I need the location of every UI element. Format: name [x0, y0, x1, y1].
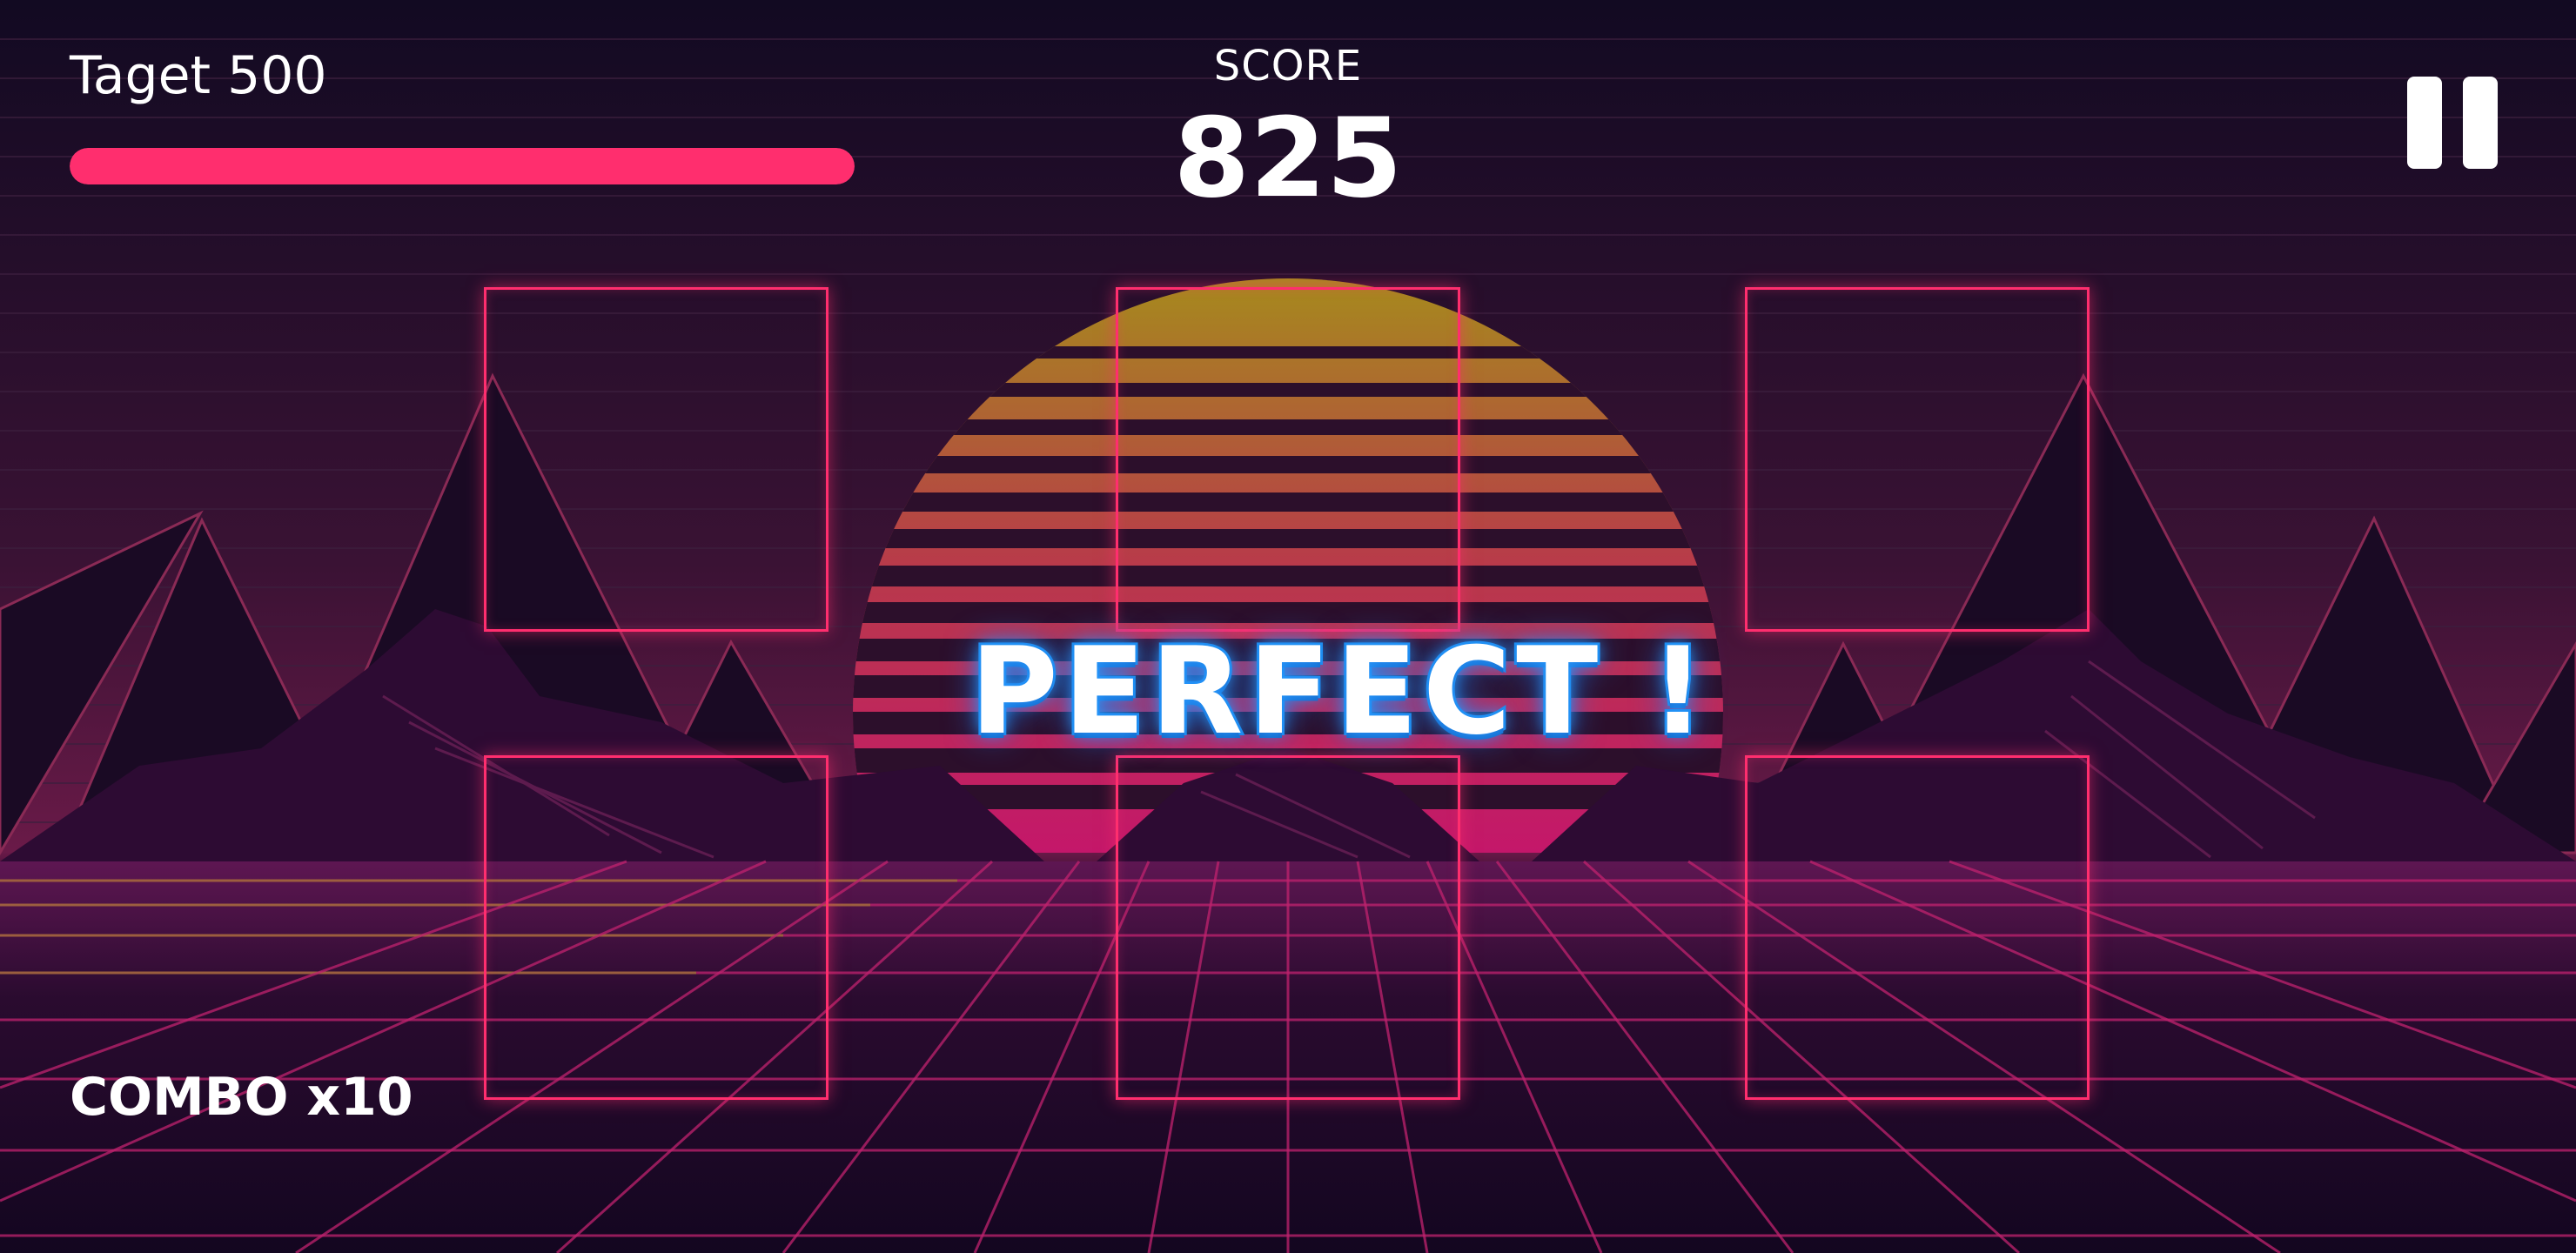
pad-top-left[interactable] — [484, 287, 828, 632]
pad-bottom-right[interactable] — [1745, 755, 2090, 1100]
pad-top-center[interactable] — [1116, 287, 1460, 632]
hit-feedback-text: PERFECT ! — [968, 619, 1711, 764]
pad-bottom-left[interactable] — [484, 755, 828, 1100]
target-label: Taget 500 — [70, 45, 327, 106]
target-progress-bar — [70, 148, 855, 184]
score-label: SCORE — [1213, 42, 1363, 90]
pad-bottom-center[interactable] — [1116, 755, 1460, 1100]
pause-button[interactable] — [2407, 77, 2498, 169]
target-progress-fill — [70, 148, 855, 184]
pad-top-right[interactable] — [1745, 287, 2090, 632]
score-value: 825 — [1173, 94, 1403, 222]
combo-counter: COMBO x10 — [70, 1067, 413, 1128]
